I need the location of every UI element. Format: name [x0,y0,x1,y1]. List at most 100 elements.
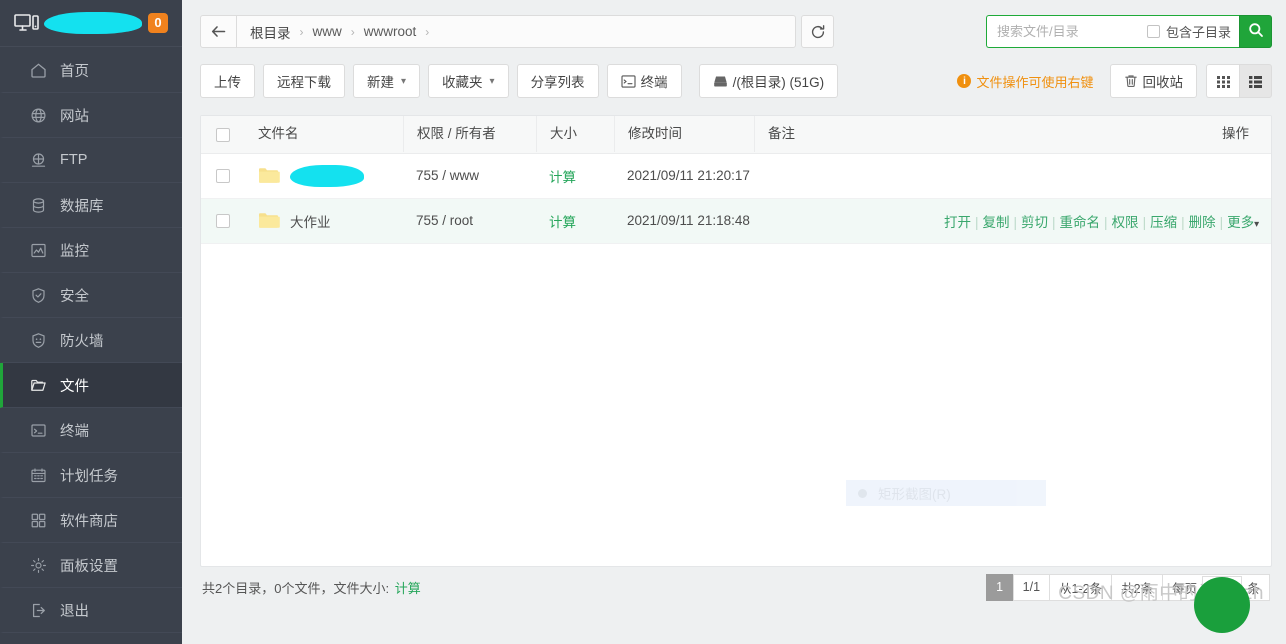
recycle-bin-button[interactable]: 回收站 [1109,64,1197,98]
search-input[interactable] [996,24,1137,39]
action-open[interactable]: 打开 [944,215,971,230]
sidebar-item-label: 网站 [60,108,89,125]
button-label: 新建 [367,75,394,90]
include-subdir-checkbox[interactable]: 包含子目录 [1146,22,1231,41]
sidebar-item-label: 软件商店 [60,513,118,530]
sidebar-item-website[interactable]: 网站 [0,93,182,138]
ftp-icon [30,152,47,169]
column-actions: 操作 [931,116,1271,154]
action-delete[interactable]: 删除 [1189,215,1216,230]
row-mtime: 2021/09/11 21:18:48 [614,198,844,244]
notification-badge[interactable]: 0 [148,13,168,33]
action-sep: | [975,214,979,230]
row-remark[interactable] [844,153,931,199]
sidebar-item-appstore[interactable]: 软件商店 [0,498,182,543]
sidebar-item-logout[interactable]: 退出 [0,588,182,633]
screenshot-ghost-overlay: 矩形截图(R) [846,480,1046,506]
action-compress[interactable]: 压缩 [1150,215,1177,230]
footer: 共2个目录，0个文件，文件大小: 计算 1 1/1 从1-2条 共2条 每页 1… [200,567,1272,633]
sidebar-logo[interactable]: 0 [0,0,182,47]
column-perm-owner[interactable]: 权限 / 所有者 [403,116,536,154]
summary-calc-link[interactable]: 计算 [395,581,421,596]
monitor-icon [14,13,40,33]
share-list-button[interactable]: 分享列表 [516,64,599,98]
remote-download-button[interactable]: 远程下载 [263,64,345,98]
terminal-button[interactable]: 终端 [606,64,682,98]
row-remark[interactable] [844,198,931,244]
favorites-button[interactable]: 收藏夹 ▾ [428,64,509,98]
row-checkbox-cell [201,153,245,199]
table-row[interactable]: 755 / www 计算 2021/09/11 21:20:17 [201,153,1271,199]
sidebar-item-security[interactable]: 安全 [0,273,182,318]
page-range: 从1-2条 [1049,573,1112,601]
row-size: 计算 [536,198,614,244]
action-more[interactable]: 更多 [1227,215,1254,230]
search-button[interactable] [1239,15,1272,48]
new-button[interactable]: 新建 ▾ [353,64,421,98]
folder-icon [258,166,280,185]
column-remark[interactable]: 备注 [754,116,844,154]
chevron-down-icon: ▾ [1254,218,1260,230]
search-icon [1248,22,1264,41]
sidebar-logo-name-redacted [44,12,142,34]
view-toggle [1206,64,1272,98]
sidebar-item-firewall[interactable]: 防火墙 [0,318,182,363]
sidebar-item-monitor[interactable]: 监控 [0,228,182,273]
sidebar-item-panel-settings[interactable]: 面板设置 [0,543,182,588]
checkbox-square[interactable] [1146,25,1160,38]
upload-button[interactable]: 上传 [200,64,255,98]
row-checkbox[interactable] [216,169,230,184]
trash-icon [1124,74,1138,88]
calc-size-link[interactable]: 计算 [549,170,576,185]
sidebar-item-ftp[interactable]: FTP [0,138,182,183]
breadcrumb-separator: › [350,24,355,39]
column-label: 操作 [1222,126,1249,142]
sidebar-item-home[interactable]: 首页 [0,48,182,93]
breadcrumb-item-root[interactable]: 根目录 [250,22,291,42]
action-cut[interactable]: 剪切 [1021,215,1048,230]
sidebar-item-label: 终端 [60,423,89,440]
grid-apps-icon [30,512,47,529]
action-permission[interactable]: 权限 [1112,215,1139,230]
column-filename[interactable]: 文件名 [245,116,403,154]
table-row[interactable]: 大作业 755 / root 计算 2021/09/11 21:18:48 打开… [201,198,1271,244]
arrow-left-icon[interactable] [201,16,237,47]
list-view-icon[interactable] [1239,64,1272,98]
search-area: 包含子目录 [985,15,1272,48]
terminal-icon [30,422,47,439]
row-checkbox[interactable] [216,214,230,229]
action-copy[interactable]: 复制 [983,215,1010,230]
row-filename-cell[interactable]: 大作业 [245,198,403,244]
calc-size-link[interactable]: 计算 [549,215,576,230]
file-table: 文件名 权限 / 所有者 大小 修改时间 备注 操作 755 / www 计算 … [201,116,1271,244]
column-size[interactable]: 大小 [536,116,614,154]
folder-icon [30,377,47,394]
refresh-icon[interactable] [801,15,834,48]
breadcrumb-separator: › [299,24,304,39]
toolbar: 上传 远程下载 新建 ▾ 收藏夹 ▾ 分享列表 终端 /(根目录) (51G) i [200,64,1272,98]
column-label: 文件名 [258,126,299,142]
action-rename[interactable]: 重命名 [1060,215,1101,230]
breadcrumb-item-wwwroot[interactable]: wwwroot [364,24,417,39]
row-filename-cell[interactable] [245,153,403,199]
sidebar-item-label: 退出 [60,603,89,620]
summary-prefix: 共2个目录，0个文件，文件大小: [202,580,390,596]
sidebar-item-files[interactable]: 文件 [0,363,182,408]
button-label: 上传 [214,75,241,90]
grid-view-icon[interactable] [1206,64,1239,98]
chart-icon [30,242,47,259]
select-all-checkbox[interactable] [216,127,230,142]
page-total-count: 共2条 [1111,573,1163,601]
page-button-1[interactable]: 1 [985,573,1013,601]
database-icon [30,197,47,214]
disk-root-button[interactable]: /(根目录) (51G) [698,64,839,98]
gear-icon [30,557,47,574]
column-mtime[interactable]: 修改时间 [614,116,754,154]
sidebar-item-terminal[interactable]: 终端 [0,408,182,453]
chevron-down-icon: ▾ [489,75,495,87]
per-page-select[interactable]: 100 ▾ [1202,575,1243,599]
breadcrumb-item-www[interactable]: www [313,24,342,39]
per-page-group: 每页 100 ▾ 条 [1162,573,1270,601]
sidebar-item-database[interactable]: 数据库 [0,183,182,228]
sidebar-item-cron[interactable]: 计划任务 [0,453,182,498]
